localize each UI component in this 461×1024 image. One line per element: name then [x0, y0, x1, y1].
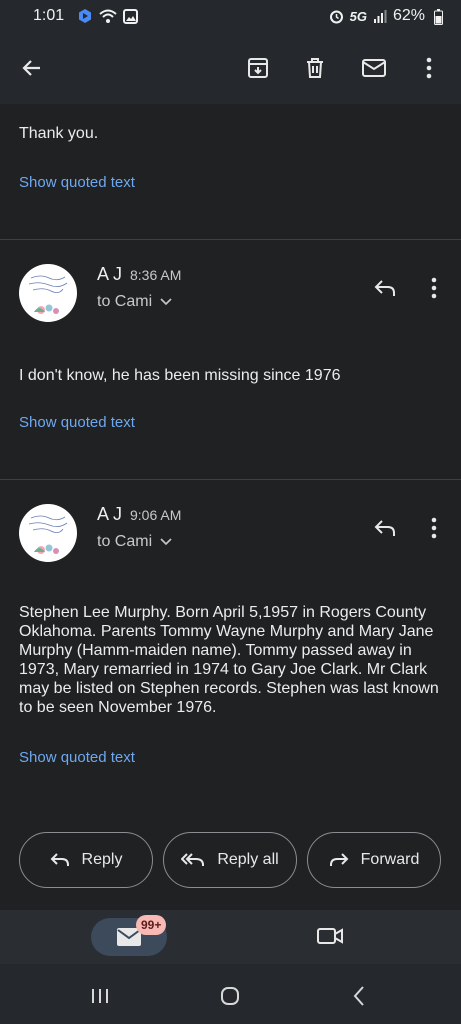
unread-badge: 99+	[136, 915, 167, 935]
status-right-icons: 5G 62%	[329, 7, 425, 25]
alarm-icon	[329, 10, 343, 23]
status-time: 1:01	[33, 7, 65, 24]
forward-label: Forward	[360, 851, 420, 868]
wifi-icon	[99, 9, 117, 23]
message-divider	[0, 479, 461, 480]
forward-icon	[329, 853, 349, 866]
reply-label: Reply	[81, 851, 123, 868]
reply-icon	[374, 280, 395, 296]
meet-tab[interactable]	[316, 925, 346, 949]
recipients-toggle[interactable]: to Cami	[97, 293, 172, 311]
show-quoted-text-link[interactable]: Show quoted text	[19, 414, 135, 431]
recipient-label: to Cami	[97, 533, 153, 550]
back-nav-button[interactable]	[345, 982, 373, 1010]
reply-icon	[374, 520, 395, 536]
network-type: 5G	[349, 8, 367, 24]
reply-icon	[50, 853, 69, 866]
chevron-left-icon	[353, 986, 364, 1006]
more-vertical-icon	[426, 57, 432, 79]
show-quoted-text-link[interactable]: Show quoted text	[19, 749, 135, 766]
more-options-button[interactable]	[411, 50, 447, 86]
recent-apps-icon	[92, 989, 108, 1003]
system-navigation-bar	[0, 964, 461, 1024]
email-toolbar	[0, 34, 461, 104]
signal-icon	[373, 10, 387, 23]
status-bar: 1:01 5G 62%	[0, 0, 461, 34]
status-left-icons	[77, 8, 138, 24]
chevron-down-icon	[160, 538, 172, 546]
home-button[interactable]	[216, 982, 244, 1010]
avatar-image	[28, 275, 68, 314]
chevron-down-icon	[160, 298, 172, 306]
battery-percent: 62%	[392, 7, 425, 24]
message-more-button[interactable]	[418, 512, 450, 544]
image-icon	[123, 8, 138, 24]
message-body: I don't know, he has been missing since …	[19, 367, 341, 384]
sender-avatar[interactable]	[19, 504, 77, 562]
trash-icon	[307, 58, 323, 78]
more-vertical-icon	[431, 517, 437, 539]
mark-unread-button[interactable]	[356, 50, 392, 86]
video-camera-icon	[317, 928, 343, 944]
more-vertical-icon	[431, 277, 437, 299]
recipients-toggle[interactable]: to Cami	[97, 533, 172, 551]
avatar-image	[28, 515, 68, 554]
sender-name: A J	[97, 504, 123, 524]
forward-action-button[interactable]: Forward	[307, 832, 441, 888]
home-icon	[221, 987, 239, 1005]
reply-all-icon	[181, 853, 205, 866]
message-more-button[interactable]	[418, 272, 450, 304]
app-notification-icon	[79, 9, 91, 23]
message-divider	[0, 239, 461, 240]
message-time: 8:36 AM	[130, 267, 182, 283]
sender-name: A J	[97, 264, 123, 284]
previous-message-text: Thank you.	[19, 125, 99, 142]
delete-button[interactable]	[297, 50, 333, 86]
reply-all-label: Reply all	[217, 851, 279, 868]
bottom-navigation: 99+	[0, 910, 461, 964]
arrow-left-icon	[22, 60, 40, 76]
archive-icon	[248, 58, 268, 78]
reply-all-action-button[interactable]: Reply all	[163, 832, 297, 888]
reply-button[interactable]	[369, 512, 401, 544]
mail-icon	[362, 59, 386, 77]
show-quoted-text-link[interactable]: Show quoted text	[19, 174, 135, 191]
message-time: 9:06 AM	[130, 507, 182, 523]
back-button[interactable]	[14, 50, 50, 86]
archive-button[interactable]	[240, 50, 276, 86]
reply-button[interactable]	[369, 272, 401, 304]
sender-avatar[interactable]	[19, 264, 77, 322]
recent-apps-button[interactable]	[86, 982, 114, 1010]
message-body: Stephen Lee Murphy. Born April 5,1957 in…	[19, 604, 439, 716]
reply-action-button[interactable]: Reply	[19, 832, 153, 888]
recipient-label: to Cami	[97, 293, 153, 310]
battery-icon	[434, 9, 443, 25]
